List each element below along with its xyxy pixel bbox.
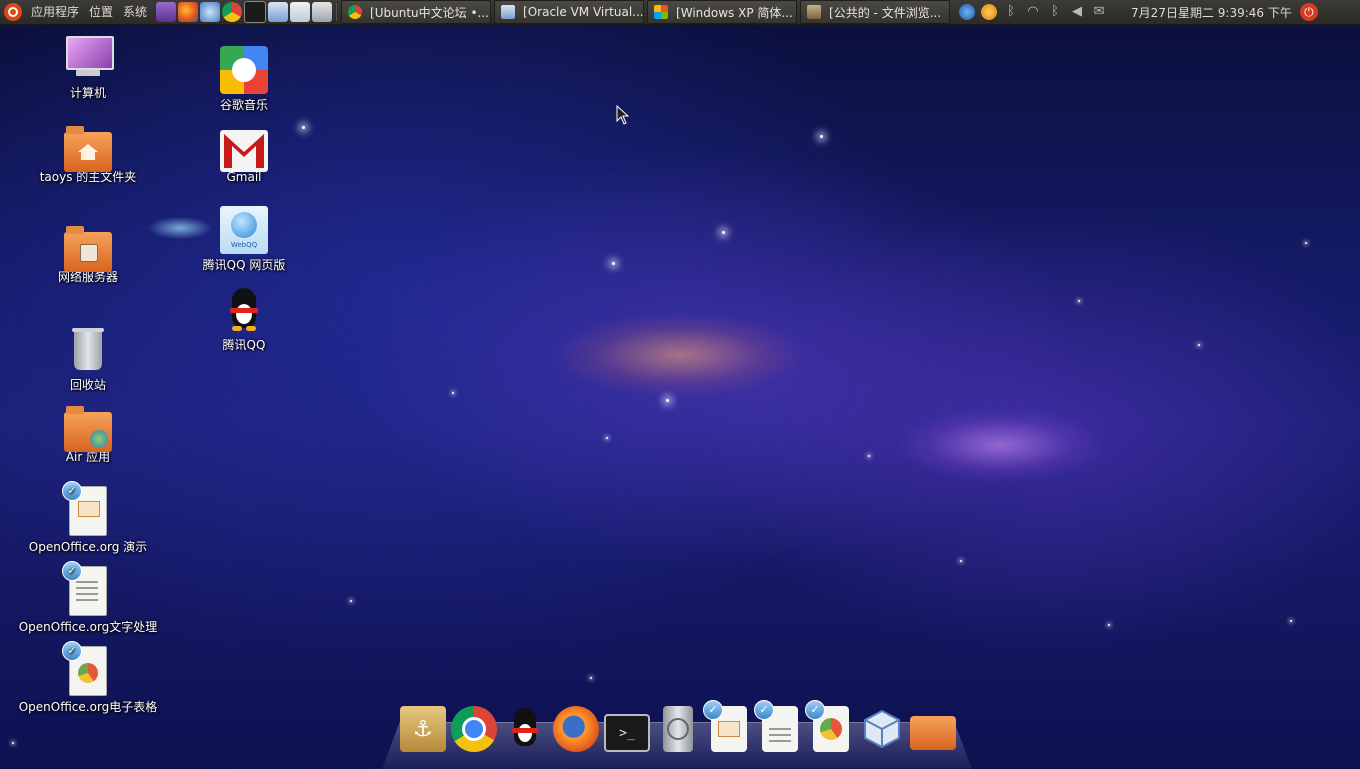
dock-terminal-icon[interactable]: >_: [604, 714, 650, 752]
qq-penguin-icon: [220, 286, 268, 334]
desktop-icon-network-servers[interactable]: 网络服务器: [18, 226, 158, 285]
openoffice-badge-icon: ✓: [62, 561, 82, 581]
computer-icon: [64, 34, 114, 82]
calc-document-icon: ✓: [62, 641, 107, 696]
dock-writer-icon[interactable]: ✓: [754, 700, 798, 752]
wifi-icon[interactable]: ◠: [1025, 4, 1041, 20]
volume-icon[interactable]: ◀: [1069, 4, 1085, 20]
task-file-browser[interactable]: [公共的 - 文件浏览...: [800, 0, 951, 24]
ubuntu-logo-icon[interactable]: [4, 3, 22, 21]
task-label: [Oracle VM Virtual...: [523, 5, 644, 19]
desktop-icon-oo-calc[interactable]: ✓ OpenOffice.org电子表格: [18, 641, 158, 715]
desktop-icon-label: 腾讯QQ 网页版: [202, 258, 286, 272]
menu-places[interactable]: 位置: [84, 0, 118, 24]
desktop-icon-label: 腾讯QQ: [222, 338, 266, 352]
desktop-icon-label: OpenOffice.org电子表格: [18, 700, 158, 714]
firefox-launcher-icon[interactable]: [178, 2, 199, 22]
dock-chrome-icon[interactable]: [451, 706, 497, 752]
desktop-icon-air-apps[interactable]: Air 应用: [18, 406, 158, 465]
terminal-launcher-icon[interactable]: [244, 1, 267, 23]
dock-files-folder-icon[interactable]: [910, 716, 956, 750]
task-windows-xp[interactable]: [Windows XP 简体...: [647, 0, 798, 24]
terminal-prompt-glyph: >_: [619, 725, 635, 741]
openoffice-badge-icon: ✓: [703, 700, 723, 720]
task-virtualbox[interactable]: [Oracle VM Virtual...: [494, 0, 645, 24]
desktop-icon-label: Air 应用: [65, 450, 111, 464]
file-browser-icon: [807, 5, 822, 19]
home-folder-icon: [64, 126, 112, 172]
dock-virtualbox-icon[interactable]: [859, 706, 905, 752]
monitor-launcher-icon[interactable]: [312, 2, 333, 22]
network-folder-icon: [64, 226, 112, 272]
google-music-icon: [220, 46, 268, 94]
desktop-icon-computer[interactable]: 计算机: [18, 34, 158, 101]
dock-qq-icon[interactable]: [502, 706, 548, 752]
power-icon[interactable]: ⏻: [1299, 3, 1318, 21]
air-folder-icon: [64, 406, 112, 452]
desktop-icon-oo-writer[interactable]: ✓ OpenOffice.org文字处理: [18, 561, 158, 635]
chrome-launcher-icon[interactable]: [222, 2, 243, 22]
desktop-icon-qq[interactable]: 腾讯QQ: [174, 286, 314, 353]
dock-firefox-icon[interactable]: [553, 706, 599, 752]
dock: ⚓ >_ ✓ ✓ ✓: [400, 700, 956, 752]
desktop-icon-label: 计算机: [69, 86, 106, 100]
mouse-cursor-icon: [616, 105, 630, 125]
web-browser-launcher-icon[interactable]: [200, 2, 221, 22]
desktop-icon-label: 回收站: [69, 378, 106, 392]
desktop-icon-home-folder[interactable]: taoys 的主文件夹: [18, 126, 158, 185]
desktop-icon-label: taoys 的主文件夹: [39, 170, 137, 184]
desktop-icon-gmail[interactable]: Gmail: [174, 126, 314, 184]
trash-icon: [64, 326, 112, 374]
panel-separator: [336, 3, 338, 21]
openoffice-badge-icon: ✓: [62, 641, 82, 661]
task-label: [Ubuntu中文论坛 •...: [370, 5, 489, 20]
desktop-icon-label: Gmail: [226, 170, 262, 184]
clock[interactable]: 7月27日星期二 9:39:46 下午: [1131, 4, 1292, 21]
desktop-icon-oo-impress[interactable]: ✓ OpenOffice.org 演示: [18, 481, 158, 555]
app-menu-launcher-icon[interactable]: [156, 2, 177, 22]
chrome-icon: [348, 5, 363, 19]
qq-tray-icon[interactable]: [981, 4, 998, 20]
gmail-icon: [220, 130, 268, 172]
menu-applications[interactable]: 应用程序: [26, 0, 84, 24]
desktop-icon-trash[interactable]: 回收站: [18, 326, 158, 393]
openoffice-badge-icon: ✓: [805, 700, 825, 720]
bluetooth-icon[interactable]: ᛒ: [1003, 4, 1019, 20]
virtualbox-icon: [501, 5, 516, 19]
task-label: [Windows XP 简体...: [676, 5, 793, 20]
menu-system[interactable]: 系统: [118, 0, 152, 24]
writer-document-icon: ✓: [62, 561, 107, 616]
dock-anchor-icon[interactable]: ⚓: [400, 706, 446, 752]
task-ubuntu-forum[interactable]: [Ubuntu中文论坛 •...: [341, 0, 492, 24]
top-panel: 应用程序 位置 系统 [Ubuntu中文论坛 •... [Oracle VM V…: [0, 0, 1360, 25]
dock-impress-icon[interactable]: ✓: [703, 700, 747, 752]
desktop-icon-label: OpenOffice.org文字处理: [18, 620, 158, 634]
panel-launchers: [156, 1, 333, 23]
desktop-icon-webqq[interactable]: WebQQ 腾讯QQ 网页版: [174, 206, 314, 273]
task-label: [公共的 - 文件浏览...: [829, 5, 942, 20]
virtualbox-launcher-icon[interactable]: [268, 2, 289, 22]
desktop-icon-google-music[interactable]: 谷歌音乐: [174, 46, 314, 113]
dock-disk-utility-icon[interactable]: [663, 706, 693, 752]
desktop-icon-label: OpenOffice.org 演示: [28, 540, 148, 554]
openoffice-badge-icon: ✓: [62, 481, 82, 501]
webqq-caption: WebQQ: [230, 241, 258, 249]
desktop-icon-label: 谷歌音乐: [219, 98, 268, 112]
system-tray: ᛒ ◠ ᛒ ◀ ✉: [959, 4, 1107, 20]
network-globe-icon[interactable]: [959, 4, 976, 20]
webqq-icon: WebQQ: [220, 206, 268, 254]
impress-document-icon: ✓: [62, 481, 107, 536]
mail-icon[interactable]: ✉: [1091, 4, 1107, 20]
text-editor-launcher-icon[interactable]: [290, 2, 311, 22]
windows-vm-icon: [654, 5, 669, 19]
bluetooth-secondary-icon[interactable]: ᛒ: [1047, 4, 1063, 20]
dock-calc-icon[interactable]: ✓: [805, 700, 849, 752]
openoffice-badge-icon: ✓: [754, 700, 774, 720]
desktop-icon-label: 网络服务器: [57, 270, 118, 284]
